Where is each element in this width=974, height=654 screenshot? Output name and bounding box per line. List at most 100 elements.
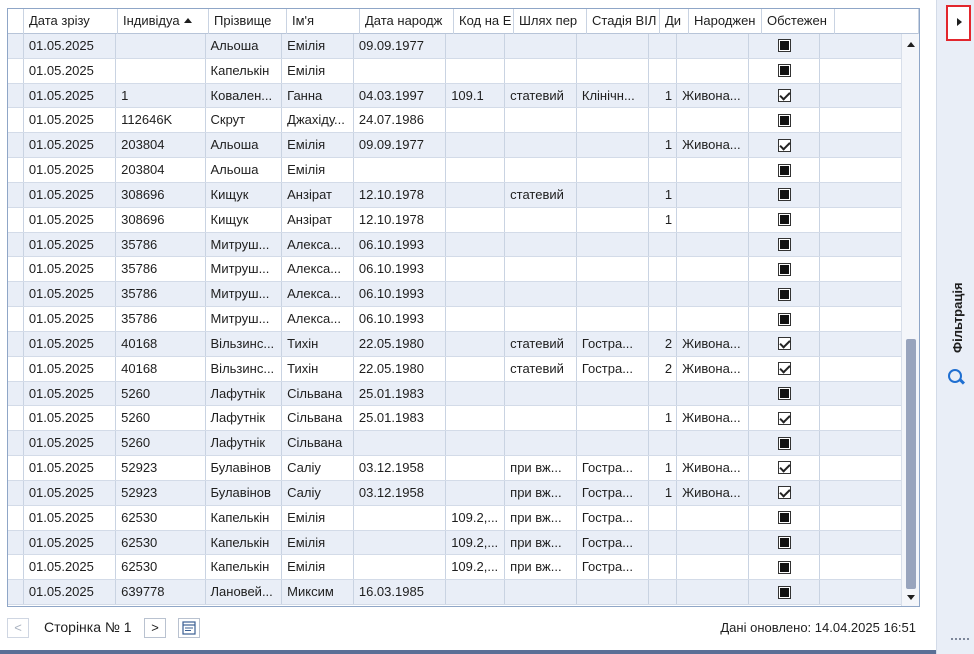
table-cell[interactable] xyxy=(677,307,749,331)
table-cell[interactable] xyxy=(446,580,506,605)
table-cell[interactable]: 01.05.2025 xyxy=(24,232,117,257)
table-cell[interactable]: 12.10.1978 xyxy=(354,207,447,232)
row-selector[interactable] xyxy=(8,207,24,232)
table-cell[interactable]: при вж... xyxy=(505,480,577,505)
table-cell[interactable]: 109.1 xyxy=(446,83,506,108)
table-cell[interactable] xyxy=(649,307,678,331)
table-cell[interactable]: 01.05.2025 xyxy=(24,108,117,133)
row-selector[interactable] xyxy=(8,158,24,182)
row-selector[interactable] xyxy=(8,232,24,257)
examined-checkbox[interactable] xyxy=(777,535,791,549)
column-header[interactable]: Прізвище xyxy=(209,9,287,34)
examined-checkbox[interactable] xyxy=(777,486,791,500)
table-cell[interactable]: 04.03.1997 xyxy=(354,83,447,108)
column-header[interactable]: Стадія ВІЛ xyxy=(587,9,660,34)
table-cell[interactable]: 1 xyxy=(649,480,678,505)
table-cell[interactable] xyxy=(446,207,506,232)
row-selector[interactable] xyxy=(8,133,24,158)
table-cell[interactable] xyxy=(577,108,649,133)
table-cell[interactable] xyxy=(649,257,678,282)
table-cell[interactable]: статевий xyxy=(505,356,577,381)
table-cell[interactable]: Кищук xyxy=(206,182,283,207)
row-selector[interactable] xyxy=(8,530,24,555)
table-cell[interactable]: Живона... xyxy=(677,133,749,158)
table-cell[interactable]: Альоша xyxy=(206,158,283,182)
table-cell[interactable] xyxy=(505,282,577,307)
table-cell[interactable] xyxy=(577,580,649,605)
table-cell[interactable]: 01.05.2025 xyxy=(24,381,117,406)
table-cell[interactable] xyxy=(446,480,506,505)
table-cell[interactable]: 1 xyxy=(116,83,206,108)
table-cell[interactable]: 35786 xyxy=(116,307,206,331)
table-cell[interactable] xyxy=(577,34,649,58)
row-selector[interactable] xyxy=(8,505,24,530)
table-cell[interactable]: 01.05.2025 xyxy=(24,83,117,108)
table-cell[interactable]: Лафутнік xyxy=(206,431,283,456)
table-row[interactable]: 01.05.2025 1 Ковален... Ганна 04.03.1997 109.… xyxy=(8,83,903,109)
table-cell[interactable]: 25.01.1983 xyxy=(354,381,447,406)
table-cell[interactable] xyxy=(354,555,447,580)
row-selector[interactable] xyxy=(8,307,24,331)
table-cell[interactable] xyxy=(354,58,447,83)
table-cell[interactable]: при вж... xyxy=(505,456,577,480)
table-cell[interactable]: Анзірат xyxy=(282,207,354,232)
table-cell[interactable]: Тихін xyxy=(282,331,354,356)
table-cell[interactable]: 24.07.1986 xyxy=(354,108,447,133)
row-selector[interactable] xyxy=(8,456,24,480)
table-row[interactable]: 01.05.2025 639778 Лановей... Миксим 16.03.19… xyxy=(8,580,903,606)
table-cell[interactable]: Кищук xyxy=(206,207,283,232)
table-cell[interactable] xyxy=(446,381,506,406)
table-row[interactable]: 01.05.2025 308696 Кищук Анзірат 12.10.1978 1 xyxy=(8,207,903,233)
table-cell[interactable] xyxy=(505,108,577,133)
table-cell[interactable] xyxy=(446,356,506,381)
table-row[interactable]: 01.05.2025 62530 Капелькін Емілія 109.2,... п… xyxy=(8,555,903,581)
table-cell[interactable]: 35786 xyxy=(116,232,206,257)
row-selector[interactable] xyxy=(8,580,24,605)
table-cell[interactable]: 01.05.2025 xyxy=(24,555,117,580)
table-cell[interactable]: 112646K xyxy=(116,108,206,133)
table-cell[interactable]: 01.05.2025 xyxy=(24,282,117,307)
table-cell[interactable]: 2 xyxy=(649,331,678,356)
table-cell[interactable] xyxy=(649,158,678,182)
table-cell[interactable] xyxy=(677,34,749,58)
table-cell[interactable] xyxy=(446,257,506,282)
scroll-up-icon[interactable] xyxy=(907,42,915,47)
table-cell[interactable] xyxy=(354,431,447,456)
table-row[interactable]: 01.05.2025 40168 Вільзинс... Тихін 22.05.198… xyxy=(8,356,903,382)
examined-cell[interactable] xyxy=(749,232,821,257)
table-cell[interactable]: Лановей... xyxy=(206,580,283,605)
table-cell[interactable]: Альоша xyxy=(206,34,283,58)
table-cell[interactable]: 01.05.2025 xyxy=(24,406,117,431)
table-cell[interactable]: Джахіду... xyxy=(282,108,354,133)
examined-checkbox[interactable] xyxy=(777,113,791,127)
examined-cell[interactable] xyxy=(749,83,821,108)
table-row[interactable]: 01.05.2025 5260 Лафутнік Сільвана 25.01.1983 xyxy=(8,381,903,407)
table-cell[interactable] xyxy=(577,431,649,456)
table-cell[interactable]: статевий xyxy=(505,331,577,356)
table-cell[interactable]: Клінічн... xyxy=(577,83,649,108)
examined-cell[interactable] xyxy=(749,182,821,207)
table-cell[interactable]: Гостра... xyxy=(577,555,649,580)
table-cell[interactable]: Живона... xyxy=(677,456,749,480)
table-cell[interactable]: 01.05.2025 xyxy=(24,133,117,158)
table-cell[interactable]: Живона... xyxy=(677,406,749,431)
table-cell[interactable]: 01.05.2025 xyxy=(24,182,117,207)
table-cell[interactable]: 308696 xyxy=(116,182,206,207)
scrollbar-thumb[interactable] xyxy=(906,339,916,589)
table-cell[interactable]: статевий xyxy=(505,83,577,108)
table-cell[interactable]: 22.05.1980 xyxy=(354,331,447,356)
row-selector[interactable] xyxy=(8,331,24,356)
table-cell[interactable]: Лафутнік xyxy=(206,381,283,406)
examined-checkbox[interactable] xyxy=(777,188,791,202)
table-cell[interactable] xyxy=(649,381,678,406)
table-cell[interactable] xyxy=(505,207,577,232)
export-button[interactable] xyxy=(178,618,200,638)
table-cell[interactable]: статевий xyxy=(505,182,577,207)
table-cell[interactable] xyxy=(577,406,649,431)
table-cell[interactable]: 03.12.1958 xyxy=(354,456,447,480)
row-selector[interactable] xyxy=(8,356,24,381)
resize-grip-icon[interactable] xyxy=(951,638,969,640)
table-cell[interactable]: 01.05.2025 xyxy=(24,431,117,456)
table-cell[interactable]: 01.05.2025 xyxy=(24,58,117,83)
table-cell[interactable] xyxy=(446,331,506,356)
